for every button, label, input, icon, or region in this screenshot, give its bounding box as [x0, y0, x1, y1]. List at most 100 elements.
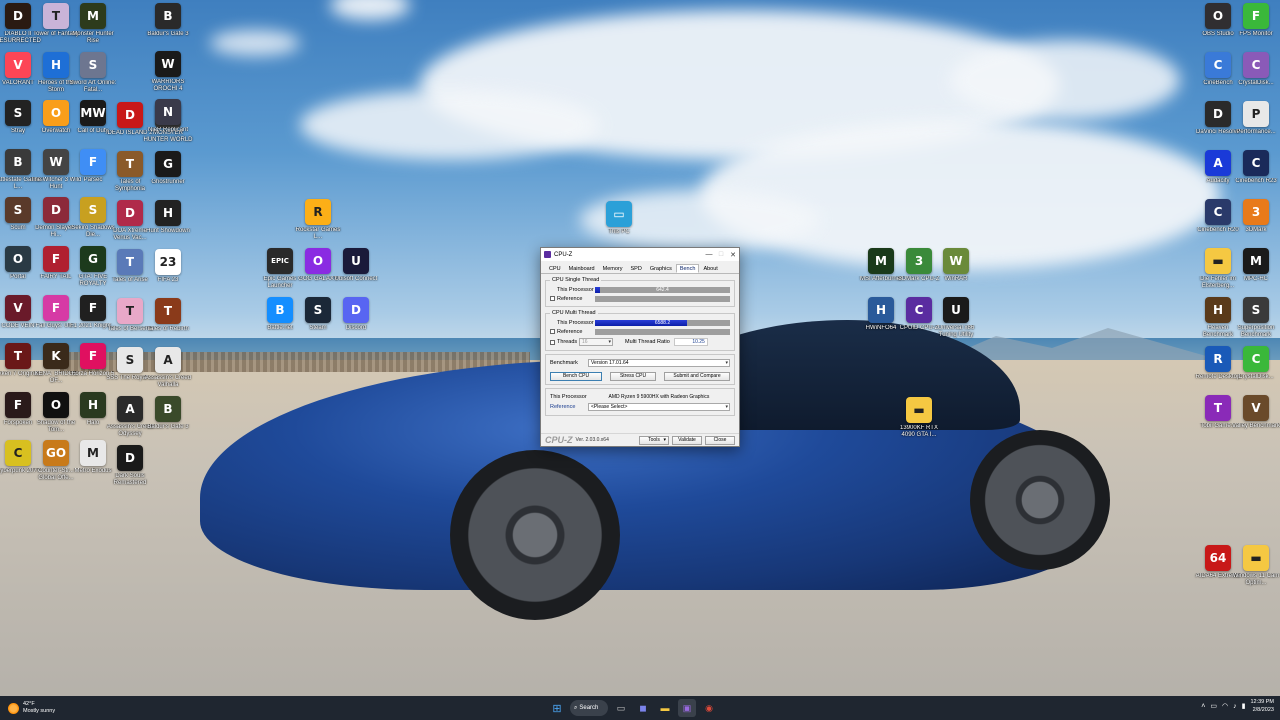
desktop-shortcut[interactable]: ▭ This PC [594, 201, 644, 251]
shortcut-label: Performance... [1236, 129, 1276, 135]
threads-checkbox[interactable] [550, 339, 555, 345]
battery-icon[interactable]: ▮ [1242, 702, 1246, 710]
tab-about[interactable]: About [699, 264, 721, 273]
halo-icon: H [80, 391, 106, 418]
forza-icon: F [80, 343, 106, 370]
desktop-shortcut[interactable]: W WinRAR [931, 248, 981, 298]
desktop-shortcut[interactable]: P Performance... [1231, 101, 1280, 151]
desktop-shortcut[interactable]: V Valley Benchmark [1231, 395, 1280, 445]
desktop-shortcut[interactable]: 23 FIFA 23 [143, 249, 193, 299]
desktop-shortcut[interactable]: ▬ Windows 11 Cam Optim... [1231, 545, 1280, 595]
hunt-icon: H [155, 200, 181, 226]
shortcut-label: CrystalDisk... [1238, 80, 1274, 86]
shortcut-label: WARRIORS OROCHI 4 [151, 79, 185, 92]
desktop-shortcut[interactable]: H Hunt Showdown [143, 200, 193, 250]
folder-2-icon: ▬ [1205, 248, 1231, 274]
desktop-shortcut[interactable]: C CrystalDisk... [1231, 346, 1280, 396]
tales-arise-icon: T [117, 249, 143, 275]
desktop-shortcut[interactable]: A Assassin's Creed Valhalla [143, 347, 193, 397]
cyberpunk-icon: C [5, 440, 31, 467]
desktop-shortcut[interactable]: B Baldur's Gate 3 [143, 396, 193, 446]
chat-icon[interactable]: ◼ [634, 699, 652, 717]
shortcut-label: CrystalDisk... [1238, 374, 1274, 380]
single-reference-checkbox[interactable] [550, 296, 555, 301]
minimize-button[interactable]: — [703, 251, 715, 258]
baldurs-gate-3-icon: B [155, 3, 181, 29]
multi-reference-checkbox[interactable] [550, 329, 555, 334]
folder-3-icon: ▬ [1243, 545, 1269, 571]
reference-select[interactable]: <Please Select> ▾ [588, 403, 730, 411]
stress-cpu-button[interactable]: Stress CPU [610, 371, 656, 381]
desktop-shortcut[interactable]: G Ghostrunner [143, 151, 193, 201]
tab-spd[interactable]: SPD [627, 264, 646, 273]
shortcut-label: Sword Art Online: Fatal... [69, 79, 117, 93]
desktop-shortcut[interactable]: T Tales of Rebirth [143, 298, 193, 348]
wifi-icon[interactable]: ◠ [1222, 702, 1228, 710]
desktop-shortcut[interactable]: C CrystalDisk... [1231, 52, 1280, 102]
tab-mainboard[interactable]: Mainboard [565, 264, 599, 273]
chevron-up-icon[interactable]: ˄ [1201, 703, 1205, 710]
rockstar-icon: R [305, 199, 331, 225]
shortcut-label: FPS Monitor [1239, 31, 1273, 37]
monitor-icon[interactable]: ▭ [1210, 702, 1217, 710]
desktop-shortcut[interactable]: S Superposition Benchmark [1231, 297, 1280, 347]
desktop-shortcut[interactable]: D Dark Souls Remastered [105, 445, 155, 495]
chrome-icon[interactable]: ◉ [700, 699, 718, 717]
cpuz-logo: CPU-Z [545, 435, 573, 445]
maximize-button[interactable]: □ [715, 251, 727, 258]
close-button[interactable]: Close [705, 435, 735, 445]
desktop-shortcut[interactable]: U Ubisoft Connect [331, 248, 381, 298]
tab-graphics[interactable]: Graphics [646, 264, 676, 273]
gta-five-icon: G [80, 246, 106, 272]
cpuz-taskbar-icon[interactable]: ▣ [678, 699, 696, 717]
weather-condition: Mostly sunny [23, 708, 56, 714]
file-explorer-icon[interactable]: ▬ [656, 699, 674, 717]
tekken-icon: T [5, 343, 31, 370]
volume-icon[interactable]: ♪ [1233, 703, 1237, 710]
chevron-down-icon: ▾ [663, 436, 666, 443]
single-reference-label: Reference [557, 295, 583, 302]
odyssey-icon: A [117, 396, 143, 422]
cpuz-titlebar[interactable]: CPU-Z — □ ✕ [541, 248, 739, 261]
doa-icon: D [117, 200, 143, 226]
validate-button[interactable]: Validate [672, 435, 702, 445]
desktop-shortcut[interactable]: M Monster Hunter Rise [68, 3, 118, 53]
multi-thread-score: 6588.2 [654, 319, 671, 326]
desktop-shortcut[interactable]: U Universal x86 Tuning Utility [931, 297, 981, 347]
this-processor-label: This Processor [550, 394, 587, 400]
threads-value: 16 [582, 339, 588, 345]
tab-bench[interactable]: Bench [675, 264, 700, 273]
desktop-shortcut[interactable]: F FPS Monitor [1231, 3, 1280, 53]
desktop-shortcut[interactable]: W WARRIORS OROCHI 4 [143, 51, 193, 101]
desktop-shortcut[interactable]: ▬ 13900KF RTX 4090 GTA I... [894, 397, 944, 447]
desktop-shortcut[interactable]: R Rockstar Games L... [293, 199, 343, 249]
desktop-shortcut[interactable]: S Sword Art Online: Fatal... [68, 51, 118, 102]
obs-icon: O [1205, 3, 1231, 29]
clock[interactable]: 12:39 PM 2/8/2023 [1250, 698, 1274, 714]
tab-memory[interactable]: Memory [599, 264, 627, 273]
close-window-button[interactable]: ✕ [727, 251, 739, 259]
tools-label: Tools [648, 436, 660, 443]
heroes-storm-icon: H [43, 51, 69, 78]
desktop-shortcut[interactable]: C Cinebench R23 [1231, 150, 1280, 200]
desktop-shortcut[interactable]: N NieR Replicant [143, 99, 193, 149]
benchmark-version-select[interactable]: Version 17.01.64 ▾ [588, 359, 730, 367]
steam-icon: S [305, 297, 331, 323]
dead-island-icon: D [117, 102, 143, 128]
weather-widget[interactable]: 42°F Mostly sunny [8, 701, 55, 715]
bench-cpu-button[interactable]: Bench CPU [550, 371, 602, 381]
threads-select[interactable]: 16 ▾ [579, 338, 613, 346]
desktop-shortcut[interactable]: M MPC-HC [1231, 248, 1280, 298]
desktop-shortcut[interactable]: 3 3DMark [1231, 199, 1280, 249]
search-box[interactable]: ⌕ Search [570, 700, 608, 716]
tools-button[interactable]: Tools ▾ [639, 435, 669, 445]
multi-thread-legend: CPU Multi Thread [552, 310, 596, 316]
task-view-icon[interactable]: ▭ [612, 699, 630, 717]
desktop-shortcut[interactable]: B Baldur's Gate 3 [143, 3, 193, 53]
shortcut-label: 3DMark [1245, 227, 1267, 233]
submit-compare-button[interactable]: Submit and Compare [664, 371, 730, 381]
desktop-shortcut[interactable]: D Discord [331, 297, 381, 347]
tab-cpu[interactable]: CPU [545, 264, 565, 273]
start-button[interactable]: ⊞ [548, 699, 566, 717]
kena-icon: K [43, 343, 69, 370]
